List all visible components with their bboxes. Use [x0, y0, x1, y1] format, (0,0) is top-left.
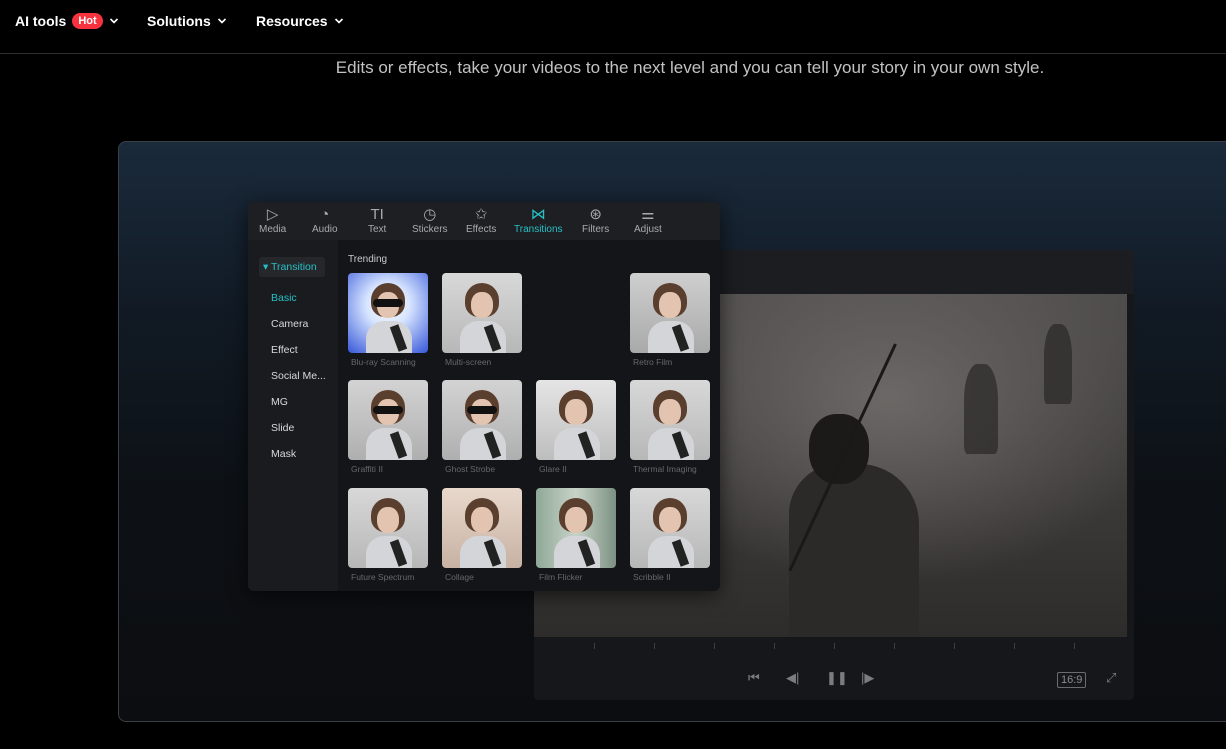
tool-adjust[interactable]: ⚌ Adjust — [634, 206, 662, 235]
model-face — [565, 399, 587, 425]
transition-label: Graffiti II — [351, 464, 383, 474]
nav-item-solutions[interactable]: Solutions — [147, 12, 227, 30]
pause-icon[interactable]: ❚❚ — [826, 670, 848, 686]
transition-thumbnail[interactable] — [536, 380, 616, 460]
sunglasses-shape — [373, 299, 403, 307]
tool-filters[interactable]: ⊛ Filters — [582, 206, 609, 235]
sidebar-item-mask[interactable]: Mask — [271, 448, 296, 460]
section-label: Trending — [348, 254, 388, 265]
nav-item-resources[interactable]: Resources — [256, 12, 344, 30]
transition-thumbnail[interactable] — [348, 273, 428, 353]
tool-label: Adjust — [634, 224, 662, 235]
tool-label: Stickers — [412, 224, 448, 235]
transition-label: Scribble II — [633, 572, 671, 582]
nav-label: Resources — [256, 13, 328, 29]
tool-label: Filters — [582, 224, 610, 235]
tool-audio[interactable]: ◔ Audio — [312, 206, 338, 235]
tool-media[interactable]: ▷ Media — [259, 206, 286, 235]
adjust-icon: ⚌ — [641, 206, 655, 223]
editor-panel: ▷ Media ◔ Audio TI Text ◷ Stickers ✩ Eff… — [248, 202, 720, 591]
transition-thumbnail[interactable] — [536, 488, 616, 568]
fullscreen-icon[interactable]: ⤢ — [1106, 670, 1116, 686]
category-header[interactable]: ▾ Transition — [259, 257, 325, 277]
hero-subtitle: Edits or effects, take your videos to th… — [335, 58, 1045, 77]
player-controls: ⏮ ◀| ❚❚ |▶ 16:9 ⤢ — [534, 662, 1134, 700]
model-face — [659, 292, 681, 318]
sidebar-item-mg[interactable]: MG — [271, 396, 288, 408]
next-frame-icon[interactable]: |▶ — [861, 670, 874, 686]
transitions-grid: Trending Blu-ray Scanning Multi-screen Ret… — [338, 240, 720, 591]
tool-transitions[interactable]: ⋈ Transitions — [514, 206, 563, 235]
tool-label: Effects — [466, 224, 497, 235]
nav-label: Solutions — [147, 13, 211, 29]
tree-shape — [964, 364, 998, 454]
skier-head — [809, 414, 869, 484]
media-icon: ▷ — [266, 206, 279, 223]
transition-label: Future Spectrum — [351, 572, 415, 582]
model-face — [659, 399, 681, 425]
tool-label: Transitions — [514, 224, 563, 235]
nav-item-ai-tools[interactable]: AI tools Hot — [15, 12, 119, 30]
transition-label: Ghost Strobe — [445, 464, 496, 474]
player-timeline[interactable] — [534, 637, 1134, 657]
audio-icon: ◔ — [320, 206, 330, 223]
transition-label: Retro Film — [633, 357, 673, 367]
stickers-icon: ◷ — [423, 206, 437, 223]
transitions-icon: ⋈ — [530, 206, 546, 223]
sidebar-item-social-media[interactable]: Social Me... — [271, 370, 326, 382]
prev-frame-icon[interactable]: ◀| — [786, 670, 799, 686]
tool-label: Media — [259, 224, 287, 235]
nav-label: AI tools — [15, 13, 67, 29]
tool-effects[interactable]: ✩ Effects — [466, 206, 496, 235]
transition-thumbnail[interactable] — [630, 488, 710, 568]
sidebar-item-camera[interactable]: Camera — [271, 318, 308, 330]
transition-label: Collage — [445, 572, 474, 582]
transition-thumbnail[interactable] — [442, 380, 522, 460]
category-label: Transition — [271, 261, 317, 273]
chevron-down-icon — [217, 18, 226, 24]
sidebar-item-effect[interactable]: Effect — [271, 344, 298, 356]
transition-thumbnail[interactable] — [630, 273, 710, 353]
transition-sidebar: ▾ Transition Basic Camera Effect Social … — [248, 240, 339, 591]
transition-thumbnail[interactable] — [348, 488, 428, 568]
model-face — [471, 292, 493, 318]
editor-toolbar: ▷ Media ◔ Audio TI Text ◷ Stickers ✩ Eff… — [248, 202, 720, 240]
tool-text[interactable]: TI Text — [368, 206, 386, 235]
text-icon: TI — [370, 206, 384, 223]
transition-thumbnail[interactable] — [630, 380, 710, 460]
transition-label: Film Flicker — [539, 572, 583, 582]
chevron-down-icon — [109, 18, 118, 24]
chevron-down-icon — [334, 18, 343, 24]
model-face — [377, 507, 399, 533]
top-nav: AI tools Hot Solutions Resources — [0, 0, 1226, 54]
filters-icon: ⊛ — [589, 206, 602, 223]
transition-label: Thermal Imaging — [633, 464, 697, 474]
transition-thumbnail[interactable] — [442, 273, 522, 353]
transition-thumbnail[interactable] — [348, 380, 428, 460]
skip-back-icon[interactable]: ⏮ — [748, 670, 760, 686]
model-face — [659, 507, 681, 533]
skier-figure — [789, 464, 919, 637]
sidebar-item-basic[interactable]: Basic — [271, 292, 297, 304]
tree-shape — [1044, 324, 1072, 404]
tool-label: Text — [368, 224, 387, 235]
model-face — [565, 507, 587, 533]
transition-label: Multi-screen — [445, 357, 492, 367]
transition-label: Glare II — [539, 464, 567, 474]
hot-badge: Hot — [72, 13, 103, 29]
editor-showcase: ⏮ ◀| ❚❚ |▶ 16:9 ⤢ ▷ Media ◔ Audio TI Tex… — [118, 141, 1226, 722]
model-face — [471, 507, 493, 533]
tool-stickers[interactable]: ◷ Stickers — [412, 206, 448, 235]
sunglasses-shape — [467, 406, 497, 414]
tool-label: Audio — [312, 224, 338, 235]
transition-label: Blu-ray Scanning — [351, 357, 416, 367]
effects-icon: ✩ — [474, 206, 488, 223]
aspect-ratio-button[interactable]: 16:9 — [1057, 672, 1087, 688]
sunglasses-shape — [373, 406, 403, 414]
sidebar-item-slide[interactable]: Slide — [271, 422, 294, 434]
transition-thumbnail[interactable] — [442, 488, 522, 568]
